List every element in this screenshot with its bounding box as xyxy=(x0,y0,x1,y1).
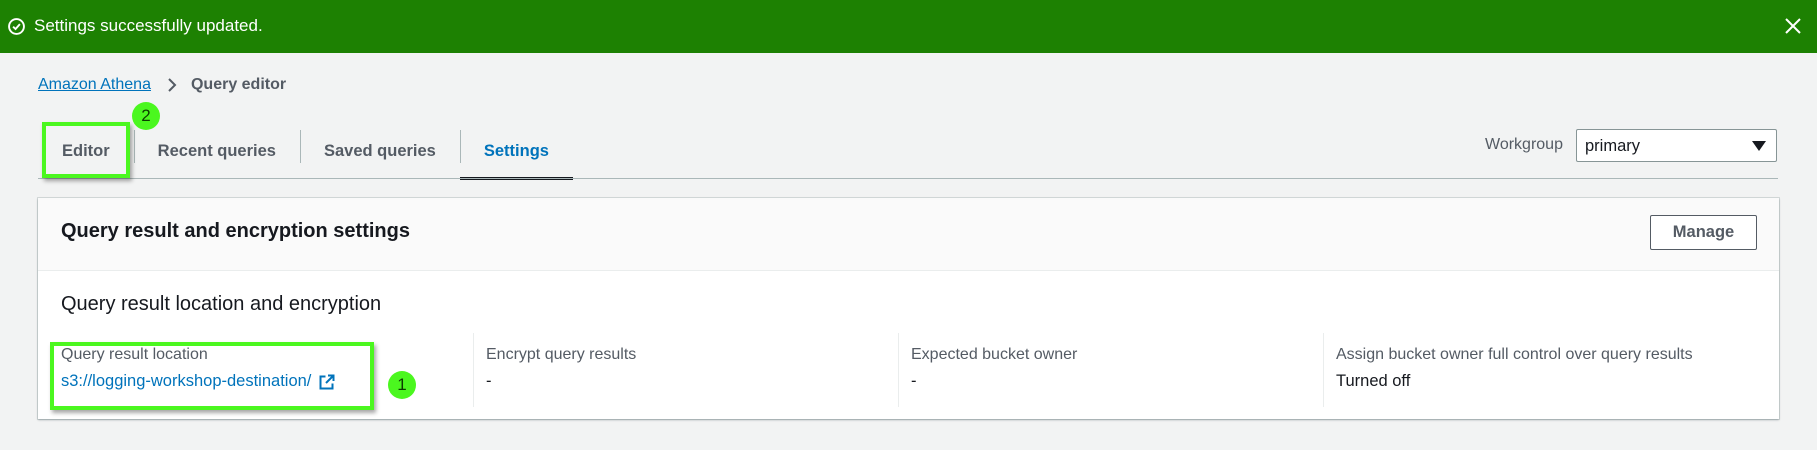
field-encrypt-query-results: Encrypt query results - xyxy=(473,333,906,407)
caret-down-icon xyxy=(1752,141,1766,151)
workgroup-label: Workgroup xyxy=(1485,136,1563,153)
close-icon[interactable] xyxy=(1783,16,1803,36)
panel-header: Query result and encryption settings Man… xyxy=(38,198,1779,271)
manage-button[interactable]: Manage xyxy=(1650,215,1757,250)
tab-settings[interactable]: Settings xyxy=(459,122,574,180)
field-label: Expected bucket owner xyxy=(911,346,1078,363)
workgroup-select[interactable]: primary xyxy=(1576,129,1777,162)
breadcrumb-amazon-athena[interactable]: Amazon Athena xyxy=(38,76,151,94)
column-divider xyxy=(898,333,899,407)
workgroup-value: primary xyxy=(1585,137,1641,155)
tab-divider xyxy=(38,178,1778,179)
field-value: - xyxy=(911,372,917,390)
section-title: Query result location and encryption xyxy=(61,293,382,315)
field-label: Encrypt query results xyxy=(486,346,637,363)
success-flash-banner: Settings successfully updated. xyxy=(0,0,1817,53)
field-bucket-owner-full-control: Assign bucket owner full control over qu… xyxy=(1323,333,1756,407)
tab-saved-queries[interactable]: Saved queries xyxy=(299,122,460,180)
field-value: Turned off xyxy=(1336,372,1411,390)
breadcrumb-query-editor: Query editor xyxy=(190,76,287,93)
annotation-badge-1: 1 xyxy=(388,371,416,399)
tab-recent-queries[interactable]: Recent queries xyxy=(133,122,300,180)
field-value: - xyxy=(486,372,492,390)
field-label: Assign bucket owner full control over qu… xyxy=(1336,346,1693,363)
column-divider xyxy=(1323,333,1324,407)
panel-title: Query result and encryption settings xyxy=(61,220,410,242)
field-expected-bucket-owner: Expected bucket owner - xyxy=(898,333,1331,407)
annotation-badge-2: 2 xyxy=(132,102,160,130)
chevron-right-icon xyxy=(168,78,177,92)
flash-message: Settings successfully updated. xyxy=(34,16,263,35)
breadcrumb: Amazon Athena Query editor xyxy=(38,76,286,94)
column-divider xyxy=(473,333,474,407)
check-circle-icon xyxy=(8,18,25,35)
highlight-box-result-location xyxy=(50,342,374,410)
highlight-box-editor-tab xyxy=(42,122,130,178)
